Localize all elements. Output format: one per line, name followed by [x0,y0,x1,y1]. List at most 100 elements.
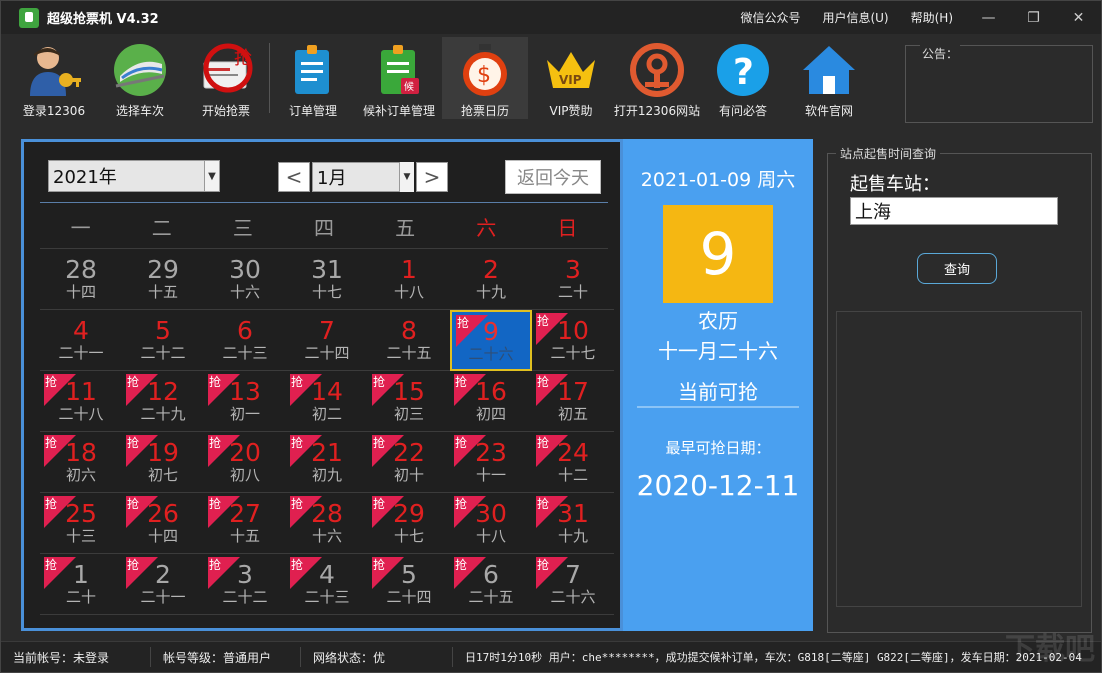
minimize-button[interactable]: — [966,1,1011,34]
calendar-day[interactable]: 31 十七 [286,249,368,310]
stopwatch-calendar-icon: $ [456,41,514,99]
day-number: 3 [565,255,581,284]
toolbar-orders[interactable]: 订单管理 [270,37,356,119]
month-select[interactable]: 1月 [312,162,400,192]
day-number: 4 [73,316,89,345]
maximize-button[interactable]: ❐ [1011,1,1056,34]
menu-user-info[interactable]: 用户信息(U) [822,9,888,26]
login-user-key-icon [25,41,83,99]
calendar-day[interactable]: 抢 20 初八 [204,432,286,493]
lunar-day: 十八 [393,283,424,301]
toolbar-open-12306[interactable]: 打开12306网站 [614,37,700,119]
weekday-label: 一 [70,215,91,240]
menu-help[interactable]: 帮助(H) [911,9,953,26]
calendar-day[interactable]: 抢 24 十二 [532,432,614,493]
grab-badge-label: 抢 [537,497,550,511]
calendar-day[interactable]: 抢 11 二十八 [40,371,122,432]
toolbar-faq[interactable]: ? 有问必答 [700,37,786,119]
grab-badge-label: 抢 [209,436,222,450]
calendar-day[interactable]: 抢 19 初七 [122,432,204,493]
toolbar-website[interactable]: 软件官网 [786,37,872,119]
earliest-date: 2020-12-11 [636,469,800,502]
calendar-day[interactable]: 30 十六 [204,249,286,310]
grab-badge-label: 抢 [291,375,304,389]
calendar-day[interactable]: 抢 3 二十二 [204,554,286,615]
calendar-day[interactable]: 抢 18 初六 [40,432,122,493]
calendar-day[interactable]: 抢 31 十九 [532,493,614,554]
day-number: 7 [319,316,335,345]
calendar-day[interactable]: 抢 28 十六 [286,493,368,554]
lunar-day: 初五 [557,405,588,423]
weekday-label: 五 [395,215,416,240]
toolbar-vip[interactable]: VIP VIP赞助 [528,37,614,119]
day-number: 8 [401,316,417,345]
calendar-day[interactable]: 3 二十 [532,249,614,310]
lunar-day: 二十二 [140,344,186,362]
grab-badge-label: 抢 [45,436,58,450]
svg-text:$: $ [477,63,491,88]
calendar-day[interactable]: 抢 30 十八 [450,493,532,554]
calendar-day-selected[interactable]: 抢 9 二十六 [450,310,532,371]
next-month-button[interactable]: > [416,162,448,192]
toolbar-select-train[interactable]: 选择车次 [97,37,183,119]
calendar-day[interactable]: 抢 21 初九 [286,432,368,493]
lunar-day: 二十一 [58,344,104,362]
title-bar: 超级抢票机 V4.32 微信公众号 用户信息(U) 帮助(H) — ❐ ✕ [1,1,1101,34]
weekday-header: 一 二 三 四 五 六 日 [40,206,608,246]
calendar-day[interactable]: 抢 25 十三 [40,493,122,554]
calendar-day[interactable]: 1 十八 [368,249,450,310]
day-number: 31 [311,255,343,284]
calendar-day[interactable]: 抢 7 二十六 [532,554,614,615]
calendar-day[interactable]: 抢 23 十一 [450,432,532,493]
calendar-day[interactable]: 抢 17 初五 [532,371,614,432]
calendar-day[interactable]: 8 二十五 [368,310,450,371]
lunar-day: 十九 [475,283,506,301]
calendar-day[interactable]: 抢 2 二十一 [122,554,204,615]
grab-badge-label: 抢 [373,375,386,389]
calendar-day[interactable]: 抢 5 二十四 [368,554,450,615]
calendar-day[interactable]: 抢 14 初二 [286,371,368,432]
lunar-day: 初四 [475,405,506,423]
lunar-day: 初一 [229,405,260,423]
calendar-day[interactable]: 抢 1 二十 [40,554,122,615]
lunar-day: 十七 [393,527,424,545]
year-select[interactable]: 2021年 [48,160,220,192]
calendar-day[interactable]: 7 二十四 [286,310,368,371]
calendar-day[interactable]: 4 二十一 [40,310,122,371]
calendar-day[interactable]: 2 十九 [450,249,532,310]
calendar-day[interactable]: 抢 27 十五 [204,493,286,554]
lunar-day: 十四 [147,527,178,545]
status-account: 当前帐号：未登录 [1,647,151,667]
lunar-day: 十五 [229,527,260,545]
menu-wechat[interactable]: 微信公众号 [740,9,800,26]
calendar-day[interactable]: 6 二十三 [204,310,286,371]
prev-month-button[interactable]: < [278,162,310,192]
toolbar-start-grab[interactable]: 抢 开始抢票 [183,37,269,119]
window-title: 超级抢票机 V4.32 [47,12,159,27]
close-button[interactable]: ✕ [1056,1,1101,34]
calendar-day[interactable]: 抢 13 初一 [204,371,286,432]
calendar-day[interactable]: 抢 12 二十九 [122,371,204,432]
back-to-today-button[interactable]: 返回今天 [505,160,601,194]
calendar-day[interactable]: 抢 22 初十 [368,432,450,493]
toolbar-login[interactable]: 登录12306 [11,37,97,119]
chevron-down-icon[interactable]: ▼ [400,162,414,192]
grab-badge-label: 抢 [209,375,222,389]
station-input[interactable]: 上海 [850,197,1058,225]
calendar-day[interactable]: 28 十四 [40,249,122,310]
app-window: 超级抢票机 V4.32 微信公众号 用户信息(U) 帮助(H) — ❐ ✕ 登录… [0,0,1102,673]
calendar-day[interactable]: 抢 10 二十七 [532,310,614,371]
chevron-down-icon[interactable]: ▼ [204,160,220,192]
calendar-day[interactable]: 抢 16 初四 [450,371,532,432]
query-button[interactable]: 查询 [917,253,997,284]
calendar-day[interactable]: 抢 15 初三 [368,371,450,432]
calendar-day[interactable]: 抢 29 十七 [368,493,450,554]
calendar-day[interactable]: 抢 4 二十三 [286,554,368,615]
calendar-day[interactable]: 29 十五 [122,249,204,310]
calendar-day[interactable]: 抢 6 二十五 [450,554,532,615]
status-network: 网络状态：优 [301,647,453,667]
toolbar-waitlist[interactable]: 候 候补订单管理 [356,37,442,119]
calendar-day[interactable]: 抢 26 十四 [122,493,204,554]
calendar-day[interactable]: 5 二十二 [122,310,204,371]
toolbar-calendar[interactable]: $ 抢票日历 [442,37,528,119]
